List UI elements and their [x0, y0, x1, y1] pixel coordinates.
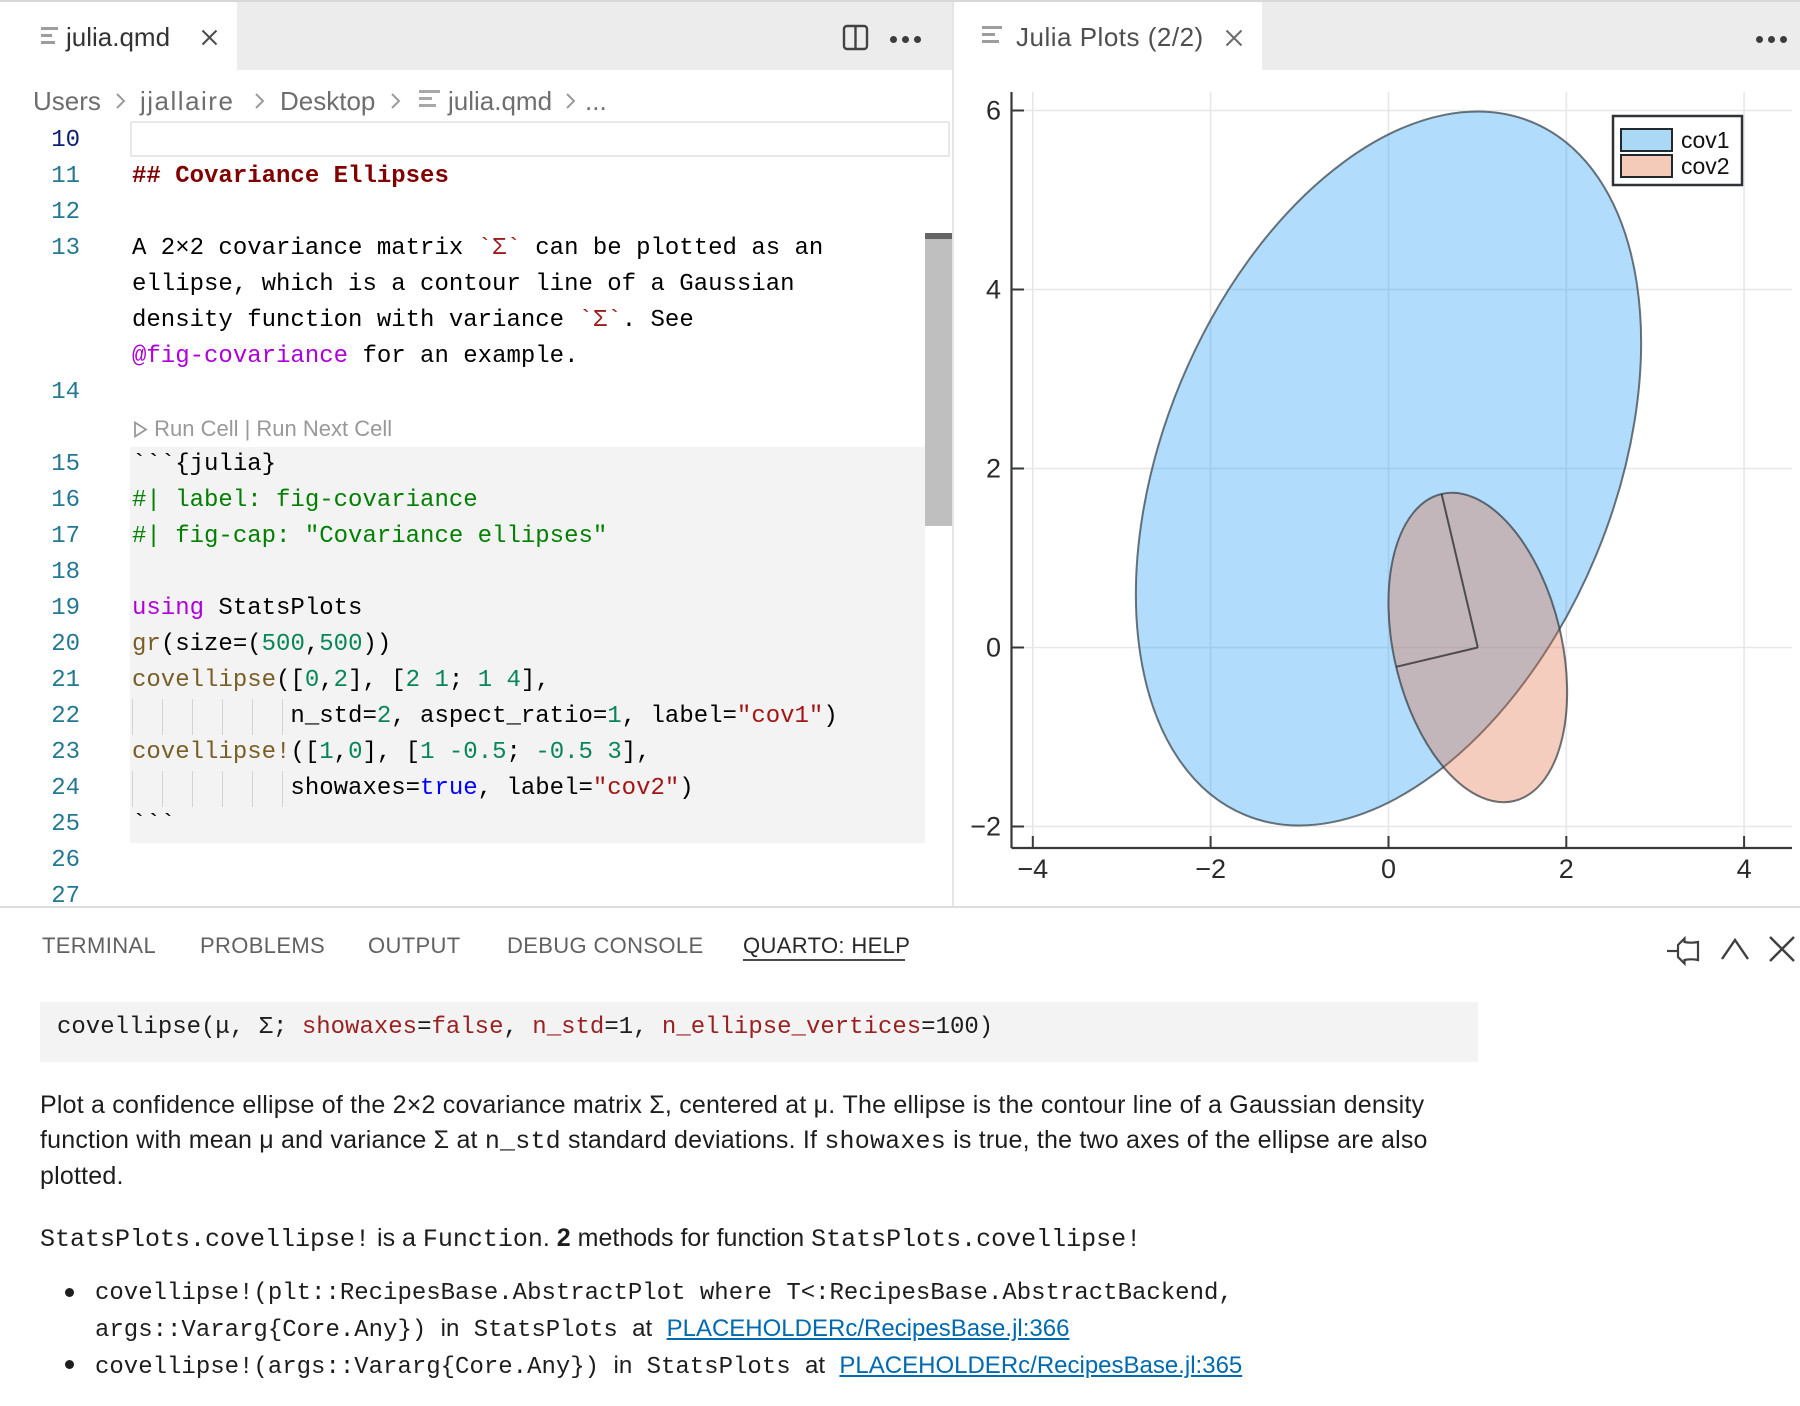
svg-text:6: 6: [986, 96, 1001, 126]
svg-text:4: 4: [986, 275, 1001, 305]
svg-text:2: 2: [986, 454, 1001, 484]
svg-text:cov1: cov1: [1681, 127, 1730, 153]
svg-text:2: 2: [1559, 854, 1574, 884]
svg-text:cov2: cov2: [1681, 153, 1730, 179]
svg-text:4: 4: [1737, 854, 1752, 884]
svg-text:−2: −2: [970, 812, 1001, 842]
svg-text:0: 0: [1381, 854, 1396, 884]
svg-text:−2: −2: [1195, 854, 1226, 884]
svg-text:0: 0: [986, 633, 1001, 663]
svg-text:−4: −4: [1017, 854, 1048, 884]
